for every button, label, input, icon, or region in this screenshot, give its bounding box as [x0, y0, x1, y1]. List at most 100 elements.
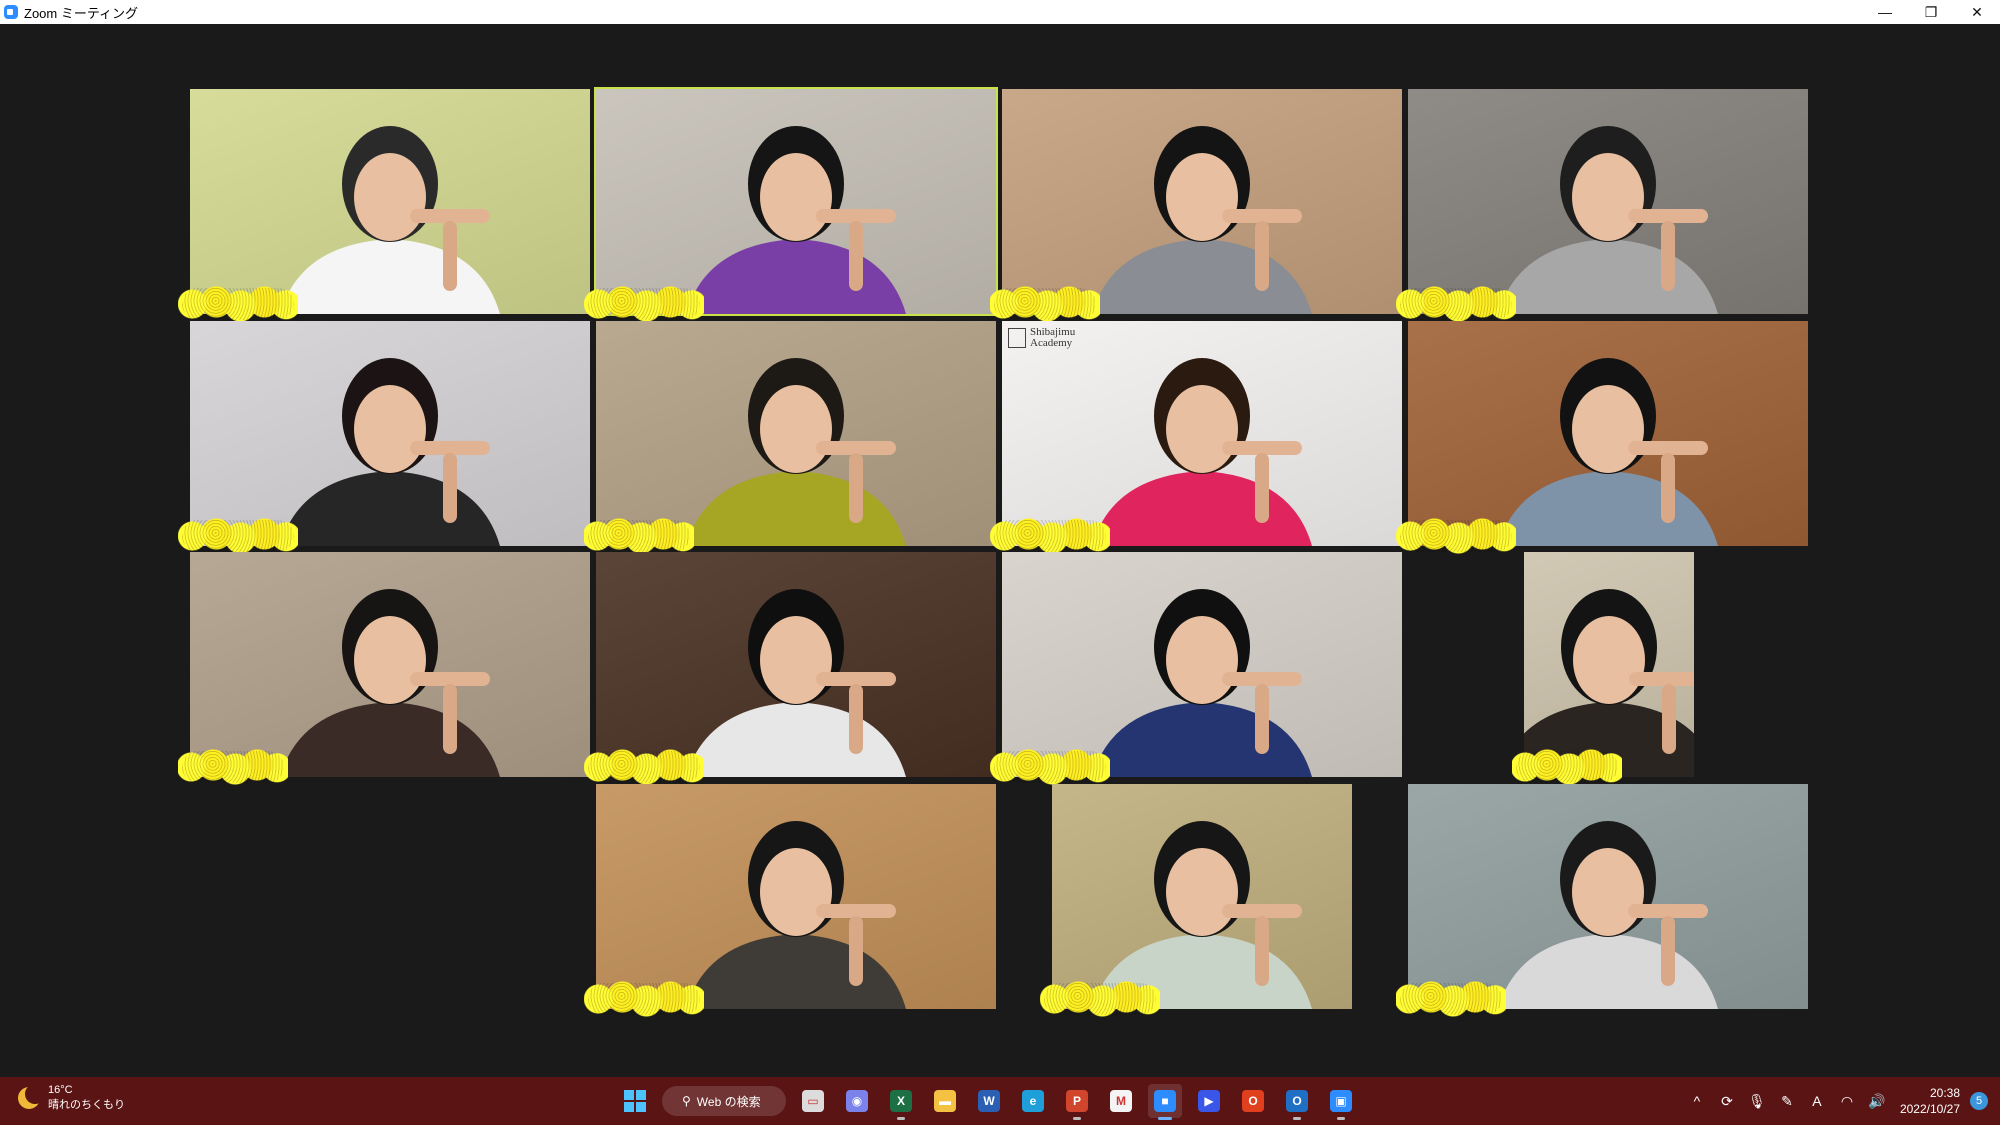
participant-video-tile[interactable] — [596, 784, 996, 1009]
show-hidden-icons-button[interactable]: ^ — [1682, 1093, 1712, 1109]
redacted-name-label — [584, 979, 704, 1019]
start-button[interactable] — [618, 1084, 652, 1118]
office-taskbar-button[interactable]: O — [1236, 1084, 1270, 1118]
participant-video — [280, 589, 500, 777]
participant-video — [280, 126, 500, 314]
gmail-taskbar-button[interactable]: M — [1104, 1084, 1138, 1118]
logo-mark-icon — [1008, 328, 1026, 348]
teams-chat-taskbar-button[interactable]: ◉ — [840, 1084, 874, 1118]
participant-video — [1498, 126, 1718, 314]
redacted-name-label — [584, 516, 694, 556]
file-explorer-icon: ▬ — [934, 1090, 956, 1112]
taskbar-clock[interactable]: 20:38 2022/10/27 — [1900, 1085, 1960, 1117]
zoom-app-icon — [4, 5, 18, 19]
ime-indicator[interactable]: A — [1802, 1093, 1832, 1109]
participant-video-tile[interactable] — [1408, 89, 1808, 314]
wifi-icon[interactable]: ◠ — [1832, 1093, 1862, 1110]
zoom-meetings-taskbar-button[interactable]: ▣ — [1324, 1084, 1358, 1120]
redacted-name-label — [1396, 979, 1506, 1019]
participant-video-tile[interactable] — [190, 89, 590, 314]
notification-badge[interactable]: 5 — [1970, 1092, 1988, 1110]
participant-video-tile[interactable] — [1524, 552, 1694, 777]
redacted-name-label — [584, 747, 704, 787]
participant-video-tile[interactable]: Shibajimu Academy — [1002, 321, 1402, 546]
minimize-button[interactable]: — — [1862, 0, 1908, 24]
system-tray: ^ ⟳ 🎙 ✎ A ◠ 🔊 20:38 2022/10/27 5 — [1682, 1077, 2000, 1125]
participant-video-tile[interactable] — [596, 552, 996, 777]
close-button[interactable]: ✕ — [1954, 0, 2000, 24]
redacted-name-label — [178, 747, 288, 787]
weather-widget[interactable]: 16°C 晴れのちくもり — [18, 1083, 125, 1113]
search-label: Web の検索 — [696, 1094, 761, 1109]
participant-video — [1092, 126, 1312, 314]
redacted-name-label — [990, 747, 1110, 787]
participant-video-tile[interactable] — [190, 321, 590, 546]
window-title-bar: Zoom ミーティング — ❐ ✕ — [0, 0, 2000, 24]
participant-video-tile[interactable] — [1002, 89, 1402, 314]
windows-taskbar: 16°C 晴れのちくもり ⚲ Web の検索 ▭ ◉ X ▬ We P M ■ ▶ O O ▣ ^ ⟳… — [0, 1077, 2000, 1125]
edge-taskbar-button[interactable]: e — [1016, 1084, 1050, 1118]
sync-icon[interactable]: ⟳ — [1712, 1093, 1742, 1110]
window-controls: — ❐ ✕ — [1862, 0, 2000, 24]
participant-video — [1498, 821, 1718, 1009]
participant-video — [686, 821, 906, 1009]
outlook-icon: O — [1286, 1090, 1308, 1112]
taskbar-search[interactable]: ⚲ Web の検索 — [662, 1086, 786, 1116]
participant-video — [1092, 589, 1312, 777]
redacted-name-label — [1396, 284, 1516, 324]
weather-text: 16°C 晴れのちくもり — [48, 1083, 125, 1113]
participant-video — [1092, 821, 1312, 1009]
weather-desc: 晴れのちくもり — [48, 1099, 125, 1111]
participant-video-tile[interactable] — [1408, 784, 1808, 1009]
windows-logo-icon — [624, 1090, 646, 1112]
redacted-name-label — [584, 284, 704, 324]
zoom-share-taskbar-button[interactable]: ▶ — [1192, 1084, 1226, 1118]
redacted-name-label — [1512, 747, 1622, 787]
teams-chat-icon: ◉ — [846, 1090, 868, 1112]
office-icon: O — [1242, 1090, 1264, 1112]
participant-video — [280, 358, 500, 546]
participant-video — [1092, 358, 1312, 546]
taskbar-center: ⚲ Web の検索 ▭ ◉ X ▬ We P M ■ ▶ O O ▣ — [618, 1083, 1358, 1120]
participant-video — [686, 358, 906, 546]
search-icon: ⚲ — [682, 1094, 691, 1108]
zoom-icon: ■ — [1154, 1090, 1176, 1112]
task-view-icon: ▭ — [802, 1090, 824, 1112]
powerpoint-taskbar-button[interactable]: P — [1060, 1084, 1094, 1120]
redacted-name-label — [178, 284, 298, 324]
edge-icon: e — [1022, 1090, 1044, 1112]
participant-video — [686, 126, 906, 314]
zoom-meetings-icon: ▣ — [1330, 1090, 1352, 1112]
gmail-icon: M — [1110, 1090, 1132, 1112]
excel-icon: X — [890, 1090, 912, 1112]
word-icon: W — [978, 1090, 1000, 1112]
task-view-taskbar-button[interactable]: ▭ — [796, 1084, 830, 1118]
word-taskbar-button[interactable]: W — [972, 1084, 1006, 1118]
volume-icon[interactable]: 🔊 — [1862, 1093, 1892, 1110]
background-logo: Shibajimu Academy — [1008, 327, 1090, 349]
restore-button[interactable]: ❐ — [1908, 0, 1954, 24]
pen-icon[interactable]: ✎ — [1772, 1093, 1802, 1110]
powerpoint-icon: P — [1066, 1090, 1088, 1112]
microphone-icon[interactable]: 🎙 — [1742, 1093, 1772, 1110]
participant-video-tile[interactable] — [1002, 552, 1402, 777]
participant-video — [1524, 589, 1694, 777]
participant-video-tile[interactable] — [596, 321, 996, 546]
redacted-name-label — [178, 516, 298, 556]
zoom-taskbar-button[interactable]: ■ — [1148, 1084, 1182, 1120]
gallery-view: Shibajimu Academy — [0, 24, 2000, 1077]
excel-taskbar-button[interactable]: X — [884, 1084, 918, 1120]
redacted-name-label — [990, 516, 1110, 556]
participant-video-tile[interactable] — [1408, 321, 1808, 546]
outlook-taskbar-button[interactable]: O — [1280, 1084, 1314, 1120]
window-title: Zoom ミーティング — [24, 5, 139, 21]
file-explorer-taskbar-button[interactable]: ▬ — [928, 1084, 962, 1118]
participant-video — [1498, 358, 1718, 546]
participant-video-tile[interactable] — [190, 552, 590, 777]
redacted-name-label — [1396, 516, 1516, 556]
redacted-name-label — [1040, 979, 1160, 1019]
zoom-share-icon: ▶ — [1198, 1090, 1220, 1112]
clock-time: 20:38 — [1929, 1086, 1960, 1100]
participant-video-tile[interactable] — [1052, 784, 1352, 1009]
participant-video-tile[interactable] — [594, 87, 998, 316]
